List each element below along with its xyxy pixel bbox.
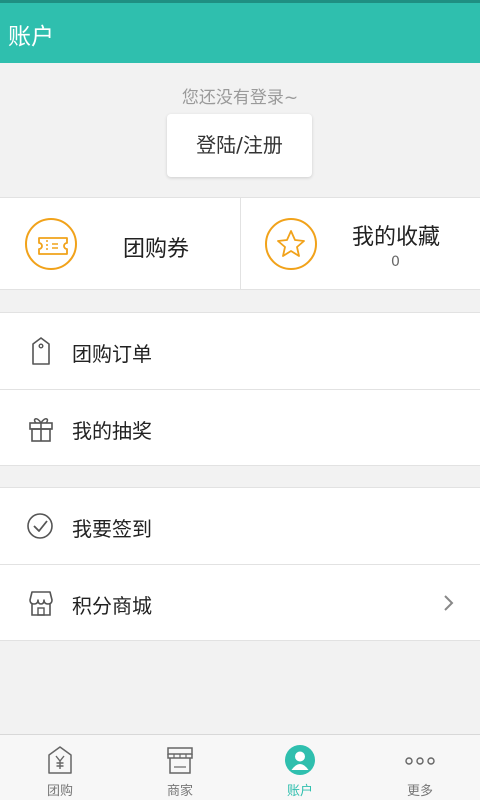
bottom-tab-bar: 团购 商家 账户 更多	[0, 734, 480, 800]
menu-item-orders[interactable]: 团购订单	[0, 313, 480, 389]
page-title: 账户	[8, 24, 54, 50]
gift-icon	[29, 418, 53, 442]
ticket-icon	[25, 218, 77, 270]
tab-group-buy[interactable]: 团购	[0, 735, 120, 800]
menu-label: 积分商城	[72, 594, 152, 618]
menu-label: 我要签到	[72, 517, 152, 541]
menu-group-orders: 团购订单 我的抽奖	[0, 312, 480, 466]
login-register-button[interactable]: 登陆/注册	[167, 114, 312, 177]
yuan-tag-icon	[48, 746, 72, 774]
login-area: 您还没有登录~ 登陆/注册	[0, 63, 480, 197]
coupon-entry[interactable]: 团购券	[0, 198, 240, 290]
menu-item-checkin[interactable]: 我要签到	[0, 488, 480, 564]
chevron-right-icon	[444, 595, 454, 611]
menu-label: 我的抽奖	[72, 419, 152, 443]
favorites-count: 0	[391, 254, 400, 270]
menu-item-points-mall[interactable]: 积分商城	[0, 564, 480, 640]
menu-item-lottery[interactable]: 我的抽奖	[0, 389, 480, 465]
tab-label: 账户	[286, 784, 313, 799]
quick-actions: 团购券 我的收藏 0	[0, 197, 480, 290]
user-icon	[285, 745, 315, 775]
tab-label: 商家	[166, 784, 193, 799]
store-icon	[167, 747, 193, 774]
tab-label: 团购	[46, 784, 73, 799]
tab-merchants[interactable]: 商家	[120, 735, 240, 800]
favorites-entry[interactable]: 我的收藏 0	[240, 198, 480, 290]
menu-group-points: 我要签到 积分商城	[0, 487, 480, 641]
app-header: 账户	[0, 0, 480, 63]
tab-more[interactable]: 更多	[360, 735, 480, 800]
coupon-label: 团购券	[123, 237, 190, 262]
tab-account[interactable]: 账户	[240, 735, 360, 800]
tag-icon	[32, 337, 50, 365]
menu-label: 团购订单	[72, 342, 152, 366]
more-dots-icon	[405, 757, 435, 765]
login-hint: 您还没有登录~	[181, 88, 299, 108]
shop-icon	[29, 591, 53, 616]
tab-label: 更多	[406, 784, 433, 799]
favorites-label: 我的收藏	[352, 225, 441, 250]
star-icon	[265, 218, 317, 270]
check-circle-icon	[27, 513, 53, 539]
